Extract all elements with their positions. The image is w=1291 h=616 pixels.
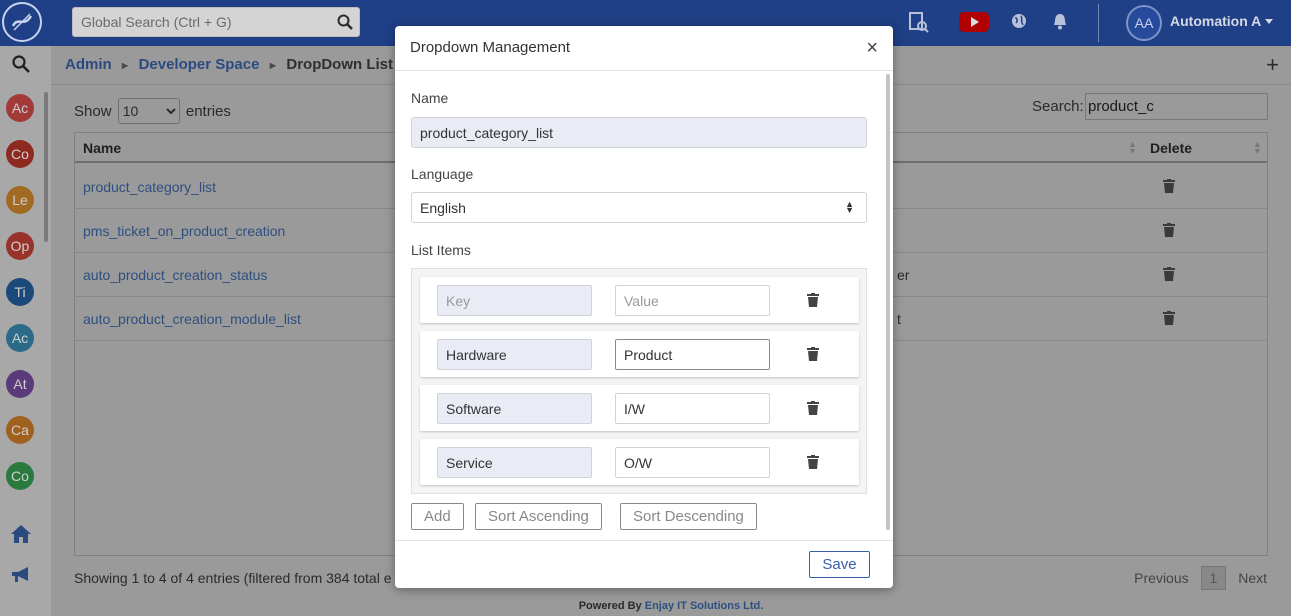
company-link[interactable]: Enjay IT Solutions Ltd.: [645, 600, 764, 612]
dropdown-name-link[interactable]: auto_product_creation_status: [83, 267, 267, 283]
sidebar-module-6[interactable]: Ac: [6, 324, 34, 352]
select-caret-icon: ▲ ▼: [845, 199, 854, 215]
list-item: [420, 385, 859, 431]
showing-entries-text: Showing 1 to 4 of 4 entries (filtered fr…: [74, 570, 392, 586]
entries-label: entries: [185, 103, 231, 120]
key-field[interactable]: [437, 339, 592, 370]
modal-title: Dropdown Management: [410, 39, 571, 56]
trash-icon[interactable]: [1163, 267, 1175, 281]
show-label: Show: [74, 103, 112, 120]
close-icon[interactable]: ×: [866, 37, 878, 60]
megaphone-icon[interactable]: [10, 565, 32, 585]
list-item: [420, 439, 859, 485]
language-label: Language: [411, 166, 474, 182]
sidebar-module-1[interactable]: Ac: [6, 94, 34, 122]
language-selected-value: English: [420, 200, 466, 216]
pagination: Previous 1 Next: [1126, 566, 1267, 590]
trash-icon[interactable]: [1163, 179, 1175, 193]
language-select[interactable]: English ▲ ▼: [411, 192, 867, 223]
breadcrumb: Admin ► Developer Space ► DropDown List: [65, 56, 393, 73]
trash-icon[interactable]: [1163, 223, 1175, 237]
table-cell: er: [897, 267, 910, 283]
sidebar-module-8[interactable]: Ca: [6, 416, 34, 444]
previous-button[interactable]: Previous: [1134, 570, 1188, 586]
trash-icon[interactable]: [1163, 311, 1175, 325]
entries-select[interactable]: 10: [117, 98, 180, 124]
sort-icon[interactable]: ▲ ▼: [1128, 140, 1137, 156]
name-field[interactable]: [411, 117, 867, 148]
dropdown-name-link[interactable]: auto_product_creation_module_list: [83, 311, 301, 327]
key-field[interactable]: [437, 285, 592, 316]
modal-body: Name Language English ▲▼ List Items: [395, 72, 893, 540]
column-name-header[interactable]: Name: [83, 140, 121, 156]
trash-icon[interactable]: [807, 401, 819, 415]
sidebar-module-7[interactable]: At: [6, 370, 34, 398]
save-button[interactable]: Save: [809, 551, 870, 578]
value-field[interactable]: [615, 447, 770, 478]
key-field[interactable]: [437, 447, 592, 478]
breadcrumb-admin[interactable]: Admin: [65, 56, 112, 73]
column-delete-header[interactable]: Delete: [1150, 140, 1192, 156]
list-item: [420, 331, 859, 377]
trash-icon[interactable]: [807, 455, 819, 469]
sidebar-module-9[interactable]: Co: [6, 462, 34, 490]
breadcrumb-separator-icon: ►: [119, 60, 131, 72]
breadcrumb-separator-icon: ►: [267, 60, 279, 72]
key-field[interactable]: [437, 393, 592, 424]
table-cell: t: [897, 311, 901, 327]
list-items-label: List Items: [411, 242, 471, 258]
app-logo[interactable]: [2, 2, 42, 42]
footer: Powered By Enjay IT Solutions Ltd.: [51, 598, 1291, 616]
sidebar-module-5[interactable]: Ti: [6, 278, 34, 306]
dropdown-management-modal: Dropdown Management × Name Language Engl…: [395, 26, 893, 588]
document-search-icon[interactable]: [909, 12, 929, 34]
globe-icon[interactable]: [1011, 13, 1027, 29]
left-sidebar: Ac Co Le Op Ti Ac At Ca Co: [0, 46, 51, 616]
search-icon[interactable]: [337, 14, 353, 30]
home-icon[interactable]: [10, 524, 32, 544]
sidebar-module-4[interactable]: Op: [6, 232, 34, 260]
modal-footer: Save: [395, 540, 893, 588]
value-field[interactable]: [615, 285, 770, 316]
name-label: Name: [411, 90, 449, 106]
divider: [1098, 4, 1099, 42]
sort-ascending-button[interactable]: Sort Ascending: [475, 503, 602, 530]
value-field[interactable]: [615, 393, 770, 424]
sidebar-module-3[interactable]: Le: [6, 186, 34, 214]
powered-by-label: Powered By: [578, 600, 645, 612]
page-1-button[interactable]: 1: [1200, 566, 1227, 590]
value-field[interactable]: [615, 339, 770, 370]
global-search-input[interactable]: [73, 8, 323, 36]
youtube-icon[interactable]: [959, 12, 989, 32]
search-icon[interactable]: [12, 55, 30, 73]
bell-icon[interactable]: [1053, 13, 1067, 30]
chevron-down-icon[interactable]: [1265, 19, 1273, 24]
show-entries: Show 10 entries: [74, 98, 231, 124]
table-search-label: Search:: [1032, 98, 1084, 115]
trash-icon[interactable]: [807, 293, 819, 307]
add-item-button[interactable]: Add: [411, 503, 464, 530]
sidebar-module-2[interactable]: Co: [6, 140, 34, 168]
user-avatar[interactable]: AA: [1126, 5, 1162, 41]
global-search[interactable]: [72, 7, 360, 37]
modal-header: Dropdown Management ×: [395, 26, 893, 71]
dropdown-name-link[interactable]: product_category_list: [83, 179, 216, 195]
sidebar-scrollbar[interactable]: [44, 92, 48, 242]
user-name[interactable]: Automation A: [1170, 13, 1261, 29]
list-items-container: [411, 268, 867, 494]
list-item: [420, 277, 859, 323]
add-icon[interactable]: +: [1266, 52, 1279, 78]
modal-scrollbar[interactable]: [886, 74, 890, 530]
breadcrumb-developer-space[interactable]: Developer Space: [139, 56, 260, 73]
sort-descending-button[interactable]: Sort Descending: [620, 503, 757, 530]
dropdown-name-link[interactable]: pms_ticket_on_product_creation: [83, 223, 285, 239]
table-search-input[interactable]: [1085, 93, 1268, 120]
next-button[interactable]: Next: [1238, 570, 1267, 586]
breadcrumb-current: DropDown List: [286, 56, 394, 73]
sort-icon[interactable]: ▲ ▼: [1253, 140, 1262, 156]
trash-icon[interactable]: [807, 347, 819, 361]
